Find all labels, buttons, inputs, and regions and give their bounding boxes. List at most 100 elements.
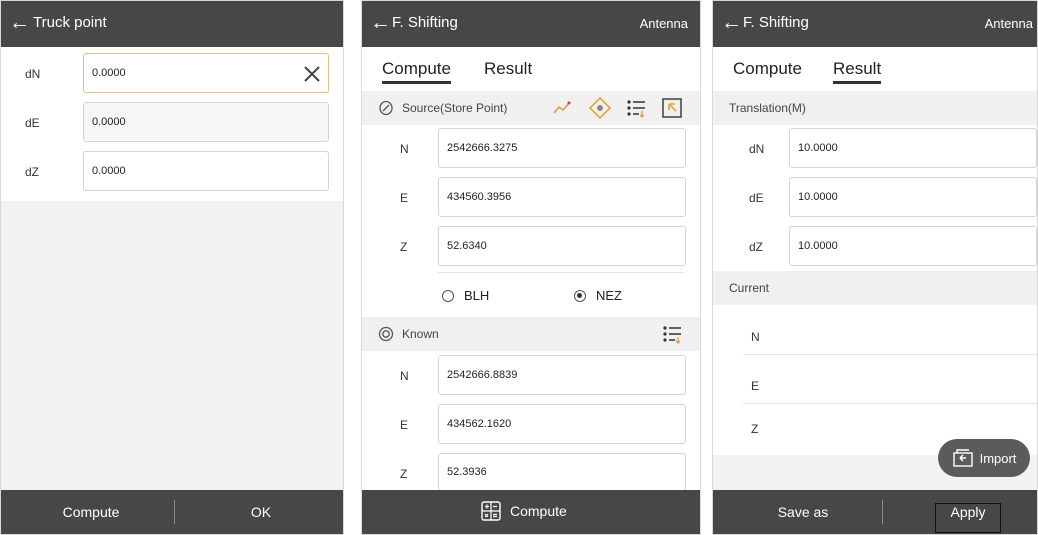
dz-label: dZ: [25, 165, 40, 179]
map-select-icon[interactable]: [661, 97, 683, 119]
page-title: Truck point: [33, 14, 107, 31]
truck-point-panel: ← Truck point dN 0.0000 dE 0.0000 dZ 0.0…: [0, 0, 344, 535]
known-n-value: 2542666.8839: [447, 369, 518, 381]
de-label: dE: [25, 116, 40, 130]
translation-dz-label: dZ: [749, 240, 764, 254]
dn-input[interactable]: 0.0000: [83, 53, 329, 93]
source-e-value: 434560.3956: [447, 191, 512, 203]
source-point-icon: [379, 100, 393, 116]
offset-fields: dN 0.0000 dE 0.0000 dZ 0.0000: [1, 47, 343, 201]
footer-bar: Compute OK: [1, 490, 343, 534]
header: ← Truck point: [1, 1, 343, 47]
de-input[interactable]: 0.0000: [83, 102, 329, 142]
compute-label: Compute: [510, 503, 567, 519]
de-value: 0.0000: [92, 116, 126, 128]
current-n-label: N: [751, 330, 760, 344]
translation-fields: dN 10.0000 dE 10.0000 dZ 10.0000: [713, 125, 1037, 271]
radio-blh-label: BLH: [464, 288, 490, 303]
source-e-label: E: [400, 191, 409, 205]
import-button[interactable]: Import: [938, 439, 1030, 477]
radio-nez-label: NEZ: [596, 288, 622, 303]
apply-button-highlight: [935, 503, 1001, 533]
compute-button[interactable]: Compute: [480, 500, 567, 522]
translation-de-value: 10.0000: [798, 191, 838, 203]
point-list-icon[interactable]: [625, 97, 647, 119]
current-z-label: Z: [751, 422, 759, 436]
known-e-value: 434562.1620: [447, 418, 512, 430]
current-fields: N E Z: [713, 305, 1037, 455]
source-z-label: Z: [400, 240, 408, 254]
page-title: F. Shifting: [392, 14, 458, 31]
known-z-label: Z: [400, 467, 408, 481]
antenna-button[interactable]: Antenna: [985, 16, 1033, 31]
known-n-input[interactable]: 2542666.8839: [438, 355, 686, 395]
source-section-header: Source(Store Point): [362, 91, 700, 125]
back-arrow-icon[interactable]: ←: [370, 11, 391, 35]
divider: [743, 403, 1037, 404]
translation-de-label: dE: [749, 191, 764, 205]
translation-de-input[interactable]: 10.0000: [789, 177, 1037, 217]
tab-bar: Compute Result: [713, 47, 1037, 91]
import-icon: [952, 449, 973, 467]
known-z-value: 52.3936: [447, 466, 487, 478]
gps-target-icon[interactable]: [588, 96, 612, 120]
known-section-header: Known: [362, 317, 700, 351]
translation-dn-label: dN: [749, 142, 765, 156]
tab-compute[interactable]: Compute: [733, 59, 802, 79]
f-shifting-result-panel: ← F. Shifting Antenna Compute Result Tra…: [712, 0, 1038, 535]
known-point-icon: [378, 326, 394, 342]
tab-result[interactable]: Result: [833, 59, 882, 84]
tab-result[interactable]: Result: [484, 59, 532, 79]
translation-section-header: Translation(M): [713, 91, 1037, 125]
source-z-value: 52.6340: [447, 240, 487, 252]
radio-nez[interactable]: NEZ: [574, 288, 622, 303]
translation-dn-value: 10.0000: [798, 142, 838, 154]
current-e-label: E: [751, 379, 760, 393]
radio-blh[interactable]: BLH: [442, 288, 489, 303]
tab-compute[interactable]: Compute: [382, 59, 451, 84]
dz-input[interactable]: 0.0000: [83, 151, 329, 191]
page-title: F. Shifting: [743, 14, 809, 31]
source-z-input[interactable]: 52.6340: [438, 226, 686, 266]
known-e-label: E: [400, 418, 409, 432]
header: ← F. Shifting Antenna: [362, 1, 700, 47]
graph-line-icon[interactable]: [552, 98, 572, 118]
antenna-button[interactable]: Antenna: [640, 16, 688, 31]
footer-divider: [174, 500, 175, 524]
radio-nez-circle: [574, 289, 586, 302]
dz-value: 0.0000: [92, 165, 126, 177]
back-arrow-icon[interactable]: ←: [721, 11, 742, 35]
clear-icon[interactable]: [302, 64, 322, 84]
source-fields: N 2542666.3275 E 434560.3956 Z 52.6340: [362, 125, 700, 275]
back-arrow-icon[interactable]: ←: [9, 11, 30, 35]
dn-value: 0.0000: [92, 67, 126, 79]
ok-button[interactable]: OK: [211, 504, 311, 520]
save-as-button[interactable]: Save as: [753, 504, 853, 520]
footer-bar: Compute: [362, 490, 700, 534]
known-z-input[interactable]: 52.3936: [438, 453, 686, 491]
source-n-label: N: [400, 142, 409, 156]
compute-button[interactable]: Compute: [41, 504, 141, 520]
known-title: Known: [402, 327, 439, 341]
dn-label: dN: [25, 67, 41, 81]
point-list-icon[interactable]: [661, 323, 683, 345]
translation-title: Translation(M): [729, 101, 806, 115]
known-n-label: N: [400, 369, 409, 383]
known-fields: N 2542666.8839 E 434562.1620 Z 52.3936: [362, 351, 700, 492]
calculator-icon: [481, 501, 501, 521]
source-title: Source(Store Point): [402, 101, 508, 115]
current-section-header: Current: [713, 271, 1037, 305]
source-n-input[interactable]: 2542666.3275: [438, 128, 686, 168]
f-shifting-compute-panel: ← F. Shifting Antenna Compute Result Sou…: [361, 0, 701, 535]
tab-bar: Compute Result: [362, 47, 700, 91]
radio-blh-circle: [442, 289, 454, 302]
coordinate-type-row: BLH NEZ: [362, 273, 700, 317]
translation-dz-input[interactable]: 10.0000: [789, 226, 1037, 266]
known-e-input[interactable]: 434562.1620: [438, 404, 686, 444]
import-label: Import: [979, 450, 1017, 466]
source-n-value: 2542666.3275: [447, 142, 518, 154]
source-e-input[interactable]: 434560.3956: [438, 177, 686, 217]
divider: [743, 354, 1037, 355]
translation-dn-input[interactable]: 10.0000: [789, 128, 1037, 168]
header: ← F. Shifting Antenna: [713, 1, 1037, 47]
